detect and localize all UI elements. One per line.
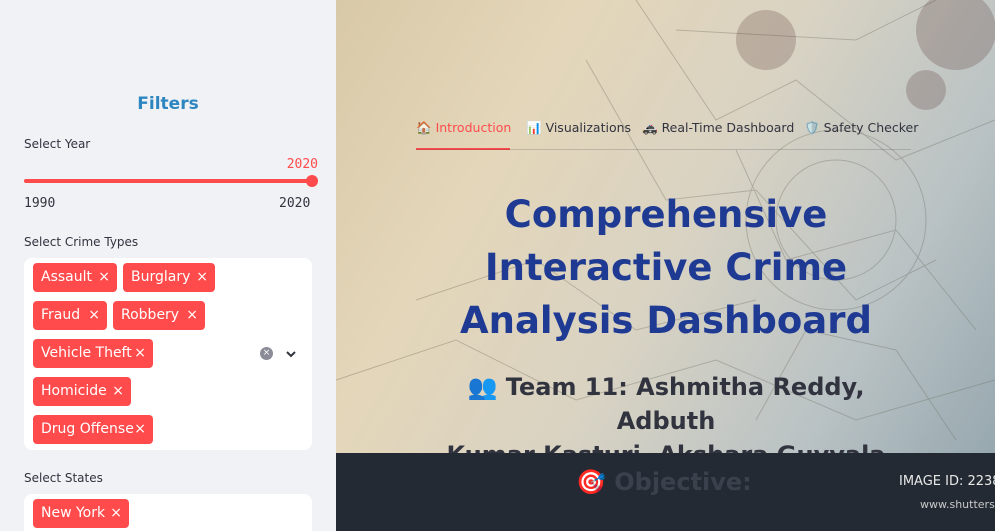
remove-tag-icon[interactable]: × xyxy=(196,263,208,292)
watermark-url: www.shutters xyxy=(920,498,995,511)
year-slider-max: 2020 xyxy=(279,196,311,211)
remove-tag-icon[interactable]: × xyxy=(88,301,100,330)
target-icon: 🎯 xyxy=(576,468,606,496)
police-car-icon: 🚓 xyxy=(642,120,658,135)
year-label: Select Year xyxy=(24,137,91,151)
crime-tag[interactable]: Homicide × xyxy=(33,377,131,406)
sidebar: Filters Select Year 2020 1990 2020 Selec… xyxy=(0,0,336,531)
watermark-id: IMAGE ID: 2238 xyxy=(899,474,995,489)
crime-tag[interactable]: Fraud × xyxy=(33,301,107,330)
tab-label: Introduction xyxy=(435,120,512,135)
title-line: Comprehensive xyxy=(504,193,828,236)
states-label: Select States xyxy=(24,471,103,485)
crime-tag-label: Drug Offense xyxy=(41,421,134,437)
tab-label: Real-Time Dashboard xyxy=(661,120,795,135)
crime-tag[interactable]: Burglary × xyxy=(123,263,215,292)
chevron-down-icon[interactable] xyxy=(285,349,297,359)
remove-tag-icon[interactable]: × xyxy=(112,377,124,406)
crime-tag[interactable]: Drug Offense × xyxy=(33,415,153,444)
tab-introduction[interactable]: 🏠 Introduction xyxy=(416,118,512,150)
tab-safety-checker[interactable]: 🛡️ Safety Checker xyxy=(804,118,918,150)
state-tag-label: New York xyxy=(41,505,106,521)
crime-tag[interactable]: Robbery × xyxy=(113,301,205,330)
bar-chart-icon: 📊 xyxy=(526,120,542,135)
crime-types-label: Select Crime Types xyxy=(24,235,139,249)
tab-visualizations[interactable]: 📊 Visualizations xyxy=(526,118,631,150)
remove-tag-icon[interactable]: × xyxy=(134,339,146,368)
home-icon: 🏠 xyxy=(416,120,432,135)
year-slider-value: 2020 xyxy=(286,157,318,172)
tab-label: Visualizations xyxy=(545,120,632,135)
year-slider-thumb[interactable] xyxy=(306,175,318,187)
crime-tag[interactable]: Assault × xyxy=(33,263,117,292)
objective-label: Objective: xyxy=(614,468,752,496)
title-line: Interactive Crime xyxy=(484,246,848,289)
tab-divider xyxy=(416,149,911,150)
page-title: Comprehensive Interactive Crime Analysis… xyxy=(426,188,906,347)
remove-tag-icon[interactable]: × xyxy=(186,301,198,330)
crime-tag-label: Burglary xyxy=(131,269,191,285)
main-content: 🏠 Introduction 📊 Visualizations 🚓 Real-T… xyxy=(336,0,995,531)
crime-types-multiselect[interactable]: Assault × Burglary × Fraud × Robbery × V… xyxy=(24,258,312,450)
year-slider-track[interactable] xyxy=(24,179,312,183)
crime-tag-label: Homicide xyxy=(41,383,107,399)
shield-icon: 🛡️ xyxy=(804,120,820,135)
year-slider-min: 1990 xyxy=(24,196,56,211)
team-line: Team 11: Ashmitha Reddy, Adbuth xyxy=(505,373,865,435)
state-tag[interactable]: New York × xyxy=(33,499,129,528)
states-multiselect[interactable]: New York × xyxy=(24,494,312,531)
crime-tag-label: Vehicle Theft xyxy=(41,345,132,361)
crime-tag-label: Fraud xyxy=(41,307,81,323)
crime-tag-label: Assault xyxy=(41,269,92,285)
filters-title: Filters xyxy=(137,94,199,114)
objective-heading: 🎯 Objective: xyxy=(576,468,752,496)
crime-tag[interactable]: Vehicle Theft × xyxy=(33,339,153,368)
remove-tag-icon[interactable]: × xyxy=(134,415,146,444)
title-line: Analysis Dashboard xyxy=(459,299,872,342)
crime-tag-label: Robbery xyxy=(121,307,180,323)
tab-label: Safety Checker xyxy=(823,120,919,135)
people-icon: 👥 xyxy=(467,373,498,401)
remove-tag-icon[interactable]: × xyxy=(110,499,122,528)
tab-real-time-dashboard[interactable]: 🚓 Real-Time Dashboard xyxy=(642,118,794,150)
clear-all-icon[interactable]: × xyxy=(260,347,273,360)
remove-tag-icon[interactable]: × xyxy=(98,263,110,292)
